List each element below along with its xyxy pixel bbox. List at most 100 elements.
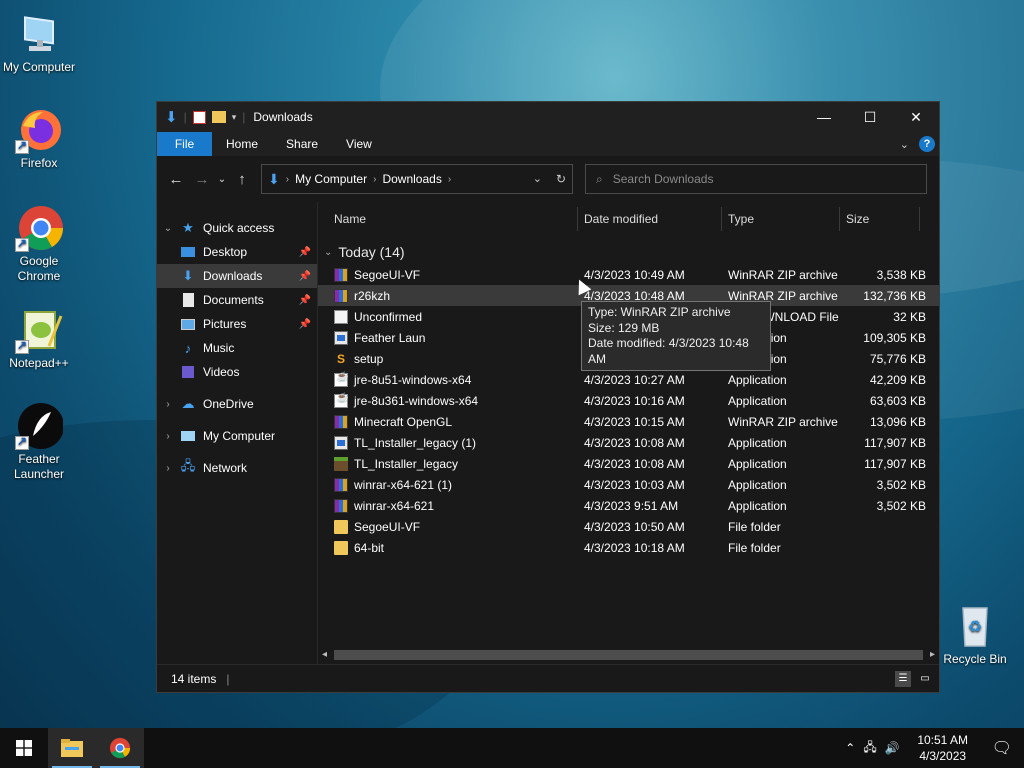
- documents-icon: [179, 292, 197, 308]
- nav-item-desktop[interactable]: Desktop 📌: [157, 240, 317, 264]
- file-name: TL_Installer_legacy (1): [354, 435, 477, 450]
- close-button[interactable]: ✕: [893, 102, 939, 132]
- file-name: Minecraft OpenGL: [354, 414, 453, 429]
- scroll-left-icon[interactable]: ◂: [322, 649, 327, 660]
- pin-icon[interactable]: 📌: [299, 295, 311, 306]
- file-row[interactable]: jre-8u51-windows-x64 4/3/2023 10:27 AM App…: [318, 369, 939, 390]
- clock[interactable]: 10:51 AM 4/3/2023: [908, 732, 978, 764]
- address-dropdown-chevron-icon[interactable]: ⌄: [533, 172, 542, 186]
- taskbar-chrome[interactable]: [96, 728, 144, 768]
- help-icon[interactable]: ?: [919, 136, 935, 152]
- properties-icon[interactable]: [192, 110, 206, 124]
- file-name: winrar-x64-621: [354, 498, 435, 513]
- breadcrumb-separator-icon: ›: [285, 173, 290, 185]
- minimize-button[interactable]: —: [801, 102, 847, 132]
- breadcrumb-downloads[interactable]: Downloads: [382, 172, 441, 186]
- expanded-chevron-icon[interactable]: ⌄: [157, 223, 179, 234]
- file-row[interactable]: SegoeUI-VF 4/3/2023 10:49 AM WinRAR ZIP ar…: [318, 264, 939, 285]
- desktop-icon-notepadpp[interactable]: Notepad++: [0, 306, 81, 371]
- customize-chevron-icon[interactable]: ▾: [232, 112, 237, 123]
- back-button[interactable]: ←: [163, 171, 189, 188]
- scrollbar-thumb[interactable]: [334, 650, 923, 660]
- tab-share[interactable]: Share: [272, 132, 332, 156]
- file-row[interactable]: winrar-x64-621 4/3/2023 9:51 AM Applicatio…: [318, 495, 939, 516]
- column-header-size[interactable]: Size: [840, 207, 920, 231]
- folder-icon: [334, 540, 348, 555]
- cloud-icon: ☁: [181, 396, 195, 411]
- large-icons-view-icon[interactable]: ▭: [917, 671, 933, 687]
- nav-item-onedrive[interactable]: › ☁ OneDrive: [157, 392, 317, 416]
- computer-icon: [179, 428, 197, 444]
- file-tooltip: Type: WinRAR ZIP archive Size: 129 MB Da…: [581, 301, 771, 371]
- tab-view[interactable]: View: [332, 132, 386, 156]
- nav-item-pictures[interactable]: Pictures 📌: [157, 312, 317, 336]
- up-button[interactable]: ↑: [229, 171, 255, 188]
- nav-item-videos[interactable]: Videos: [157, 360, 317, 384]
- desktop-icon-recycle-bin[interactable]: ♻ Recycle Bin: [933, 602, 1017, 667]
- file-row[interactable]: jre-8u361-windows-x64 4/3/2023 10:16 AM Ap…: [318, 390, 939, 411]
- file-row[interactable]: winrar-x64-621 (1) 4/3/2023 10:03 AM Appli…: [318, 474, 939, 495]
- recent-locations-chevron-icon[interactable]: ⌄: [215, 174, 229, 185]
- volume-icon[interactable]: 🔊: [885, 741, 900, 755]
- tooltip-type: Type: WinRAR ZIP archive: [588, 305, 731, 319]
- forward-button[interactable]: →: [189, 171, 215, 188]
- refresh-icon[interactable]: ↻: [556, 172, 566, 186]
- pin-icon[interactable]: 📌: [299, 247, 311, 258]
- show-hidden-icons-chevron-icon[interactable]: ⌃: [845, 741, 855, 755]
- breadcrumb-my-computer[interactable]: My Computer: [295, 172, 367, 186]
- details-view-icon[interactable]: ☰: [895, 670, 911, 687]
- maximize-button[interactable]: ☐: [847, 102, 893, 132]
- notepadpp-icon: [15, 306, 63, 354]
- scroll-right-icon[interactable]: ▸: [930, 649, 935, 660]
- nav-item-network[interactable]: › 🖧 Network: [157, 456, 317, 480]
- start-button[interactable]: [0, 728, 48, 768]
- desktop-icon-my-computer[interactable]: My Computer: [0, 10, 81, 75]
- file-size: 117,907 KB: [864, 456, 926, 471]
- nav-item-documents[interactable]: Documents 📌: [157, 288, 317, 312]
- file-row[interactable]: Minecraft OpenGL 4/3/2023 10:15 AM WinRAR …: [318, 411, 939, 432]
- nav-label: Quick access: [203, 221, 275, 235]
- chrome-icon: [109, 737, 131, 759]
- collapsed-chevron-icon[interactable]: ›: [157, 463, 179, 474]
- network-icon: 🖧: [180, 458, 196, 473]
- file-row[interactable]: TL_Installer_legacy 4/3/2023 10:08 AM Appl…: [318, 453, 939, 474]
- address-bar[interactable]: ⬇ › My Computer › Downloads › ⌄ ↻: [261, 164, 573, 194]
- nav-label: Downloads: [203, 269, 263, 283]
- tab-file[interactable]: File: [157, 132, 212, 156]
- nav-item-my-computer[interactable]: › My Computer: [157, 424, 317, 448]
- desktop-icon-feather-launcher[interactable]: Feather Launcher: [0, 402, 81, 482]
- nav-item-quick-access[interactable]: ⌄ ★ Quick access: [157, 216, 317, 240]
- new-folder-icon[interactable]: [211, 111, 226, 123]
- group-header-today[interactable]: ⌄ Today (14): [318, 240, 939, 264]
- pin-icon[interactable]: 📌: [299, 271, 311, 282]
- taskbar-file-explorer[interactable]: [48, 728, 96, 768]
- expand-ribbon-chevron-icon[interactable]: ⌄: [900, 138, 909, 151]
- status-bar: 14 items | ☰ ▭: [157, 664, 939, 692]
- nav-item-downloads[interactable]: ⬇ Downloads 📌: [157, 264, 317, 288]
- nav-item-music[interactable]: ♪ Music: [157, 336, 317, 360]
- notifications-icon[interactable]: 🗨: [992, 738, 1012, 758]
- file-row[interactable]: SegoeUI-VF 4/3/2023 10:50 AM File folder: [318, 516, 939, 537]
- tab-home[interactable]: Home: [212, 132, 272, 156]
- collapsed-chevron-icon[interactable]: ›: [157, 399, 179, 410]
- file-row[interactable]: 64-bit 4/3/2023 10:18 AM File folder: [318, 537, 939, 558]
- group-chevron-icon[interactable]: ⌄: [324, 247, 332, 258]
- downloads-arrow-icon: ⬇: [268, 170, 280, 187]
- file-type: WinRAR ZIP archive: [728, 267, 838, 282]
- search-input[interactable]: ⌕ Search Downloads: [585, 164, 927, 194]
- windows-logo-icon: [16, 740, 32, 756]
- file-row[interactable]: TL_Installer_legacy (1) 4/3/2023 10:08 AM…: [318, 432, 939, 453]
- desktop-icon-chrome[interactable]: Google Chrome: [0, 204, 81, 284]
- desktop-icon-firefox[interactable]: Firefox: [0, 106, 81, 171]
- column-header-type[interactable]: Type: [722, 207, 840, 231]
- recycle-bin-icon: ♻: [951, 602, 999, 650]
- zip-archive-icon: [334, 288, 348, 303]
- column-header-date[interactable]: Date modified: [578, 207, 722, 231]
- file-size: 42,209 KB: [869, 372, 926, 387]
- file-size: 109,305 KB: [863, 330, 926, 345]
- column-header-name[interactable]: Name: [318, 207, 578, 231]
- pin-icon[interactable]: 📌: [299, 319, 311, 330]
- horizontal-scrollbar[interactable]: ◂ ▸: [318, 646, 939, 664]
- collapsed-chevron-icon[interactable]: ›: [157, 431, 179, 442]
- network-tray-icon[interactable]: 🖧: [863, 738, 876, 759]
